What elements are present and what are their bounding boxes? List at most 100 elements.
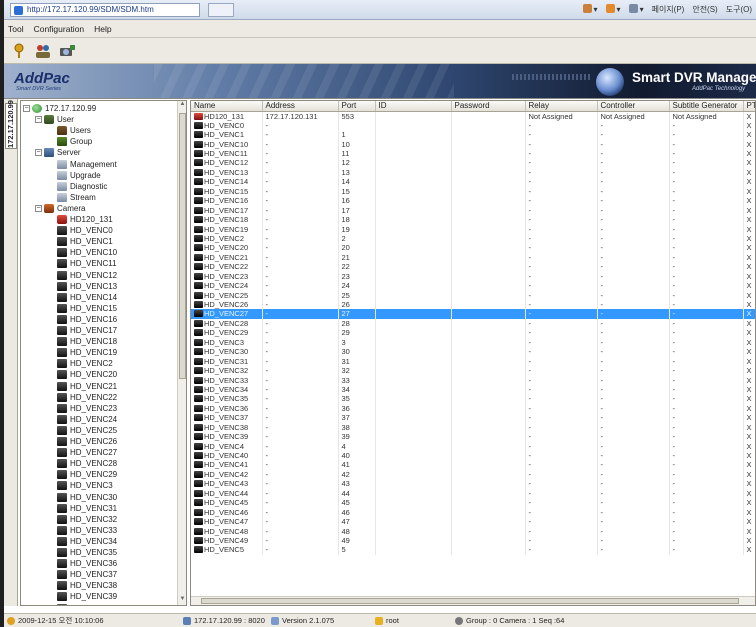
- table-row[interactable]: HD_VENC36-36- - - X: [191, 403, 755, 414]
- server-tab[interactable]: 172.17.120.99: [5, 100, 17, 149]
- tree-item-diagnostic[interactable]: Diagnostic: [57, 181, 107, 192]
- table-row[interactable]: HD_VENC43-43- - - X: [191, 479, 755, 489]
- table-row[interactable]: HD_VENC2-2- - - X: [191, 233, 755, 244]
- tree-item-user[interactable]: − User: [35, 114, 74, 125]
- table-row[interactable]: HD_VENC4-4- - - X: [191, 441, 755, 451]
- tree-item-camera-device[interactable]: HD_VENC36: [57, 558, 117, 569]
- menu-configuration[interactable]: Configuration: [34, 24, 85, 34]
- table-row[interactable]: HD_VENC42-42- - - X: [191, 469, 755, 480]
- collapse-toggle-icon[interactable]: −: [23, 105, 30, 112]
- tree-item-stream[interactable]: Stream: [57, 192, 96, 203]
- safety-menu[interactable]: 안전(S): [692, 3, 717, 16]
- table-row[interactable]: HD_VENC33-33- - - X: [191, 375, 755, 385]
- column-header[interactable]: Controller: [597, 101, 670, 112]
- table-row[interactable]: HD_VENC20-20- - - X: [191, 243, 755, 253]
- tree-root-server[interactable]: − 172.17.120.99: [23, 103, 96, 114]
- tree-item-camera-device[interactable]: HD_VENC26: [57, 436, 117, 447]
- tree-item-camera-device[interactable]: HD_VENC18: [57, 336, 117, 347]
- tree-item-camera-device[interactable]: HD_VENC38: [57, 580, 117, 591]
- connect-button[interactable]: [10, 42, 28, 60]
- tree-item-camera-device[interactable]: HD_VENC13: [57, 281, 117, 292]
- tree-item-camera-device[interactable]: HD_VENC39: [57, 591, 117, 602]
- tree-item-camera-device[interactable]: HD_VENC30: [57, 492, 117, 503]
- tree-item-users[interactable]: Users: [57, 125, 91, 136]
- tree-item-camera-device[interactable]: HD_VENC0: [57, 225, 113, 236]
- menu-tool[interactable]: Tool: [8, 24, 24, 34]
- table-row[interactable]: HD_VENC24-24- - - X: [191, 280, 755, 291]
- tree-item-camera-device[interactable]: HD_VENC14: [57, 292, 117, 303]
- tree-item-camera-device[interactable]: HD_VENC29: [57, 469, 117, 480]
- table-row[interactable]: HD_VENC3-3- - - X: [191, 337, 755, 347]
- table-row[interactable]: HD_VENC15-15- - - X: [191, 186, 755, 196]
- column-header[interactable]: PT: [743, 101, 755, 112]
- tools-menu[interactable]: 도구(O): [726, 3, 752, 16]
- table-row[interactable]: HD_VENC23-23- - - X: [191, 271, 755, 281]
- table-row[interactable]: HD_VENC46-46- - - X: [191, 507, 755, 517]
- tree-item-camera-device[interactable]: HD_VENC37: [57, 569, 117, 580]
- page-menu[interactable]: 페이지(P): [652, 3, 685, 16]
- table-row[interactable]: HD_VENC10-10- - - X: [191, 139, 755, 149]
- tree-item-camera-device[interactable]: HD_VENC10: [57, 247, 117, 258]
- table-row[interactable]: HD_VENC34-34- - - X: [191, 384, 755, 395]
- tree-item-camera-device[interactable]: HD_VENC28: [57, 458, 117, 469]
- feeds-button[interactable]: ▾: [605, 3, 621, 16]
- column-header[interactable]: Relay: [525, 101, 598, 112]
- table-row[interactable]: HD_VENC44-44- - - X: [191, 488, 755, 498]
- table-row[interactable]: HD_VENC32-32- - - X: [191, 365, 755, 376]
- tree-item-camera-device[interactable]: HD_VENC17: [57, 325, 117, 336]
- tree-item-camera-device[interactable]: HD_VENC33: [57, 525, 117, 536]
- table-row[interactable]: HD_VENC28-28- - - X: [191, 318, 755, 329]
- table-row[interactable]: HD_VENC11-11- - - X: [191, 148, 755, 159]
- tree-item-camera-device[interactable]: HD_VENC22: [57, 392, 117, 403]
- table-hscrollbar[interactable]: [191, 596, 755, 605]
- tree-item-camera[interactable]: − Camera: [35, 203, 85, 214]
- collapse-toggle-icon[interactable]: −: [35, 204, 42, 212]
- camera-button[interactable]: [58, 42, 76, 60]
- table-row[interactable]: HD_VENC16-16- - - X: [191, 196, 755, 206]
- tree-item-camera-device[interactable]: HD_VENC35: [57, 547, 117, 558]
- tree-item-server[interactable]: − Server: [35, 147, 81, 158]
- table-row[interactable]: HD_VENC13-13- - - X: [191, 167, 755, 178]
- address-bar[interactable]: http://172.17.120.99/SDM/SDM.htm: [10, 3, 200, 17]
- tree-scrollbar[interactable]: ▲ ▼: [177, 101, 186, 605]
- table-row[interactable]: HD_VENC0- - - - X: [191, 120, 755, 130]
- tree-item-group[interactable]: Group: [57, 136, 92, 147]
- table-row[interactable]: HD_VENC29-29- - - X: [191, 328, 755, 338]
- tree-item-camera-device[interactable]: HD_VENC24: [57, 414, 117, 425]
- table-row[interactable]: HD_VENC5-5- - - X: [191, 545, 755, 555]
- table-row[interactable]: HD_VENC27-27- - - X: [191, 309, 755, 319]
- tree-scroll-thumb[interactable]: [179, 113, 186, 379]
- table-row[interactable]: HD_VENC39-39- - - X: [191, 431, 755, 442]
- table-row[interactable]: HD_VENC45-45- - - X: [191, 498, 755, 508]
- new-tab-button[interactable]: [208, 3, 234, 17]
- tree-item-camera-device[interactable]: HD120_131: [57, 214, 113, 225]
- tree-item-camera-device[interactable]: HD_VENC25: [57, 425, 117, 436]
- print-button[interactable]: ▾: [628, 3, 644, 16]
- tree-item-camera-device[interactable]: HD_VENC19: [57, 347, 117, 358]
- table-row[interactable]: HD_VENC49-49- - - X: [191, 535, 755, 546]
- column-header[interactable]: Port: [338, 101, 376, 112]
- table-row[interactable]: HD_VENC41-41- - - X: [191, 460, 755, 470]
- menu-help[interactable]: Help: [94, 24, 111, 34]
- tree-item-camera-device[interactable]: HD_VENC1: [57, 236, 113, 247]
- table-row[interactable]: HD_VENC35-35- - - X: [191, 394, 755, 404]
- scroll-up-icon[interactable]: ▲: [178, 101, 186, 110]
- collapse-toggle-icon[interactable]: −: [35, 149, 42, 157]
- table-row[interactable]: HD_VENC25-25- - - X: [191, 290, 755, 300]
- table-row[interactable]: HD_VENC22-22- - - X: [191, 262, 755, 272]
- tree-item-camera-device[interactable]: HD_VENC16: [57, 314, 117, 325]
- tree-item-upgrade[interactable]: Upgrade: [57, 170, 101, 181]
- table-hscroll-thumb[interactable]: [201, 598, 739, 604]
- table-row[interactable]: HD_VENC18-18- - - X: [191, 214, 755, 225]
- table-row[interactable]: HD_VENC37-37- - - X: [191, 413, 755, 423]
- tree-item-management[interactable]: Management: [57, 159, 117, 170]
- table-row[interactable]: HD_VENC17-17- - - X: [191, 205, 755, 215]
- column-header[interactable]: Address: [262, 101, 339, 112]
- tree-item-camera-device[interactable]: HD_VENC34: [57, 536, 117, 547]
- tree-item-camera-device[interactable]: HD_VENC4: [57, 603, 113, 605]
- tree-item-camera-device[interactable]: HD_VENC12: [57, 270, 117, 281]
- tree-item-camera-device[interactable]: HD_VENC15: [57, 303, 117, 314]
- tree-item-camera-device[interactable]: HD_VENC31: [57, 503, 117, 514]
- table-row[interactable]: HD_VENC26-26- - - X: [191, 299, 755, 310]
- tree-item-camera-device[interactable]: HD_VENC11: [57, 258, 117, 269]
